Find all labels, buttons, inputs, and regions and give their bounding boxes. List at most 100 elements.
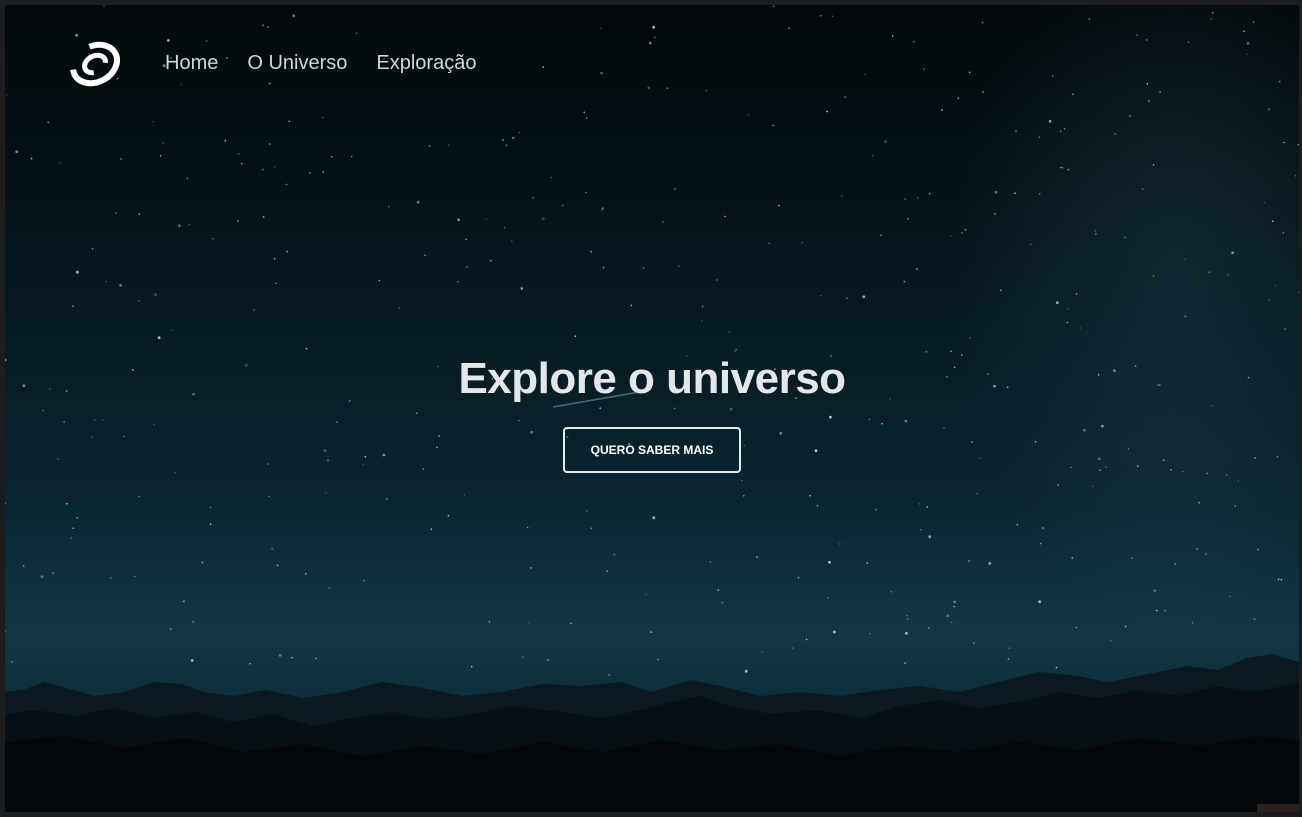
star [362,579,365,582]
star [457,218,461,222]
star [1014,192,1016,194]
star [188,223,191,226]
star [1154,589,1156,592]
star [721,601,724,604]
star [511,136,515,140]
star [875,508,877,511]
star [70,537,73,539]
star [162,142,164,144]
page-frame: Home O Universo Exploração Explore o uni… [0,0,1302,817]
star [797,576,800,579]
star [465,238,468,241]
star [424,254,426,257]
learn-more-button[interactable]: QUERO SABER MAIS [563,427,741,473]
star [52,572,54,574]
star [973,642,975,644]
star [1280,578,1283,581]
star [869,632,871,635]
star [15,150,19,154]
star [159,154,162,157]
star [1294,175,1297,177]
nav-link-home[interactable]: Home [165,49,218,77]
star [919,528,922,531]
star [1039,542,1042,545]
star [1152,275,1155,277]
star [953,605,955,608]
star [305,573,307,575]
star [976,492,979,495]
star [1038,600,1042,604]
star [177,224,181,228]
star [138,299,140,302]
star [926,506,929,508]
star [138,213,141,215]
star [709,561,712,563]
star [809,494,811,497]
star [1067,168,1070,171]
star [1274,284,1277,287]
star [1055,301,1059,305]
star [1297,143,1299,146]
star [171,329,174,332]
star [271,548,273,550]
star [1124,236,1126,239]
star [950,235,952,238]
star [585,191,588,194]
star [880,234,882,237]
star [792,647,794,649]
star [485,218,488,221]
star [183,600,185,603]
spiral-galaxy-logo-icon[interactable] [69,41,121,87]
star [1227,274,1230,276]
star [601,209,604,211]
star [448,144,450,147]
star [866,562,869,564]
star [884,140,887,144]
star [1016,523,1019,526]
star [968,560,970,562]
star [262,216,265,218]
star [75,270,79,274]
nav-link-o-universo[interactable]: O Universo [247,49,347,77]
star [530,567,532,569]
star [928,535,932,539]
star [5,630,6,632]
star [157,336,161,340]
star [716,279,718,281]
star [110,577,112,579]
star [728,331,730,333]
star [72,527,74,529]
star [756,556,758,558]
star [1237,480,1240,482]
star [322,171,325,173]
star [907,218,909,220]
star [253,309,255,311]
star [1234,505,1237,507]
star [1164,609,1166,612]
star [1155,609,1158,612]
star [801,241,804,244]
star [906,614,908,617]
hero-section: Explore o universo QUERO SABER MAIS [5,345,1299,473]
star [66,502,68,505]
star [1277,578,1280,581]
nav-link-exploracao[interactable]: Exploração [376,49,476,77]
star [416,200,420,204]
star [154,293,158,296]
star [953,600,956,604]
star [916,268,918,270]
star [918,503,921,505]
star [743,495,745,497]
star [328,587,331,589]
star [1282,232,1285,234]
star [186,177,189,180]
star [528,621,530,624]
star [642,267,645,270]
star [562,204,564,207]
star [645,593,647,596]
star [241,162,243,165]
star [1062,167,1065,169]
star [105,280,107,283]
star [1184,315,1187,318]
star [701,305,704,308]
